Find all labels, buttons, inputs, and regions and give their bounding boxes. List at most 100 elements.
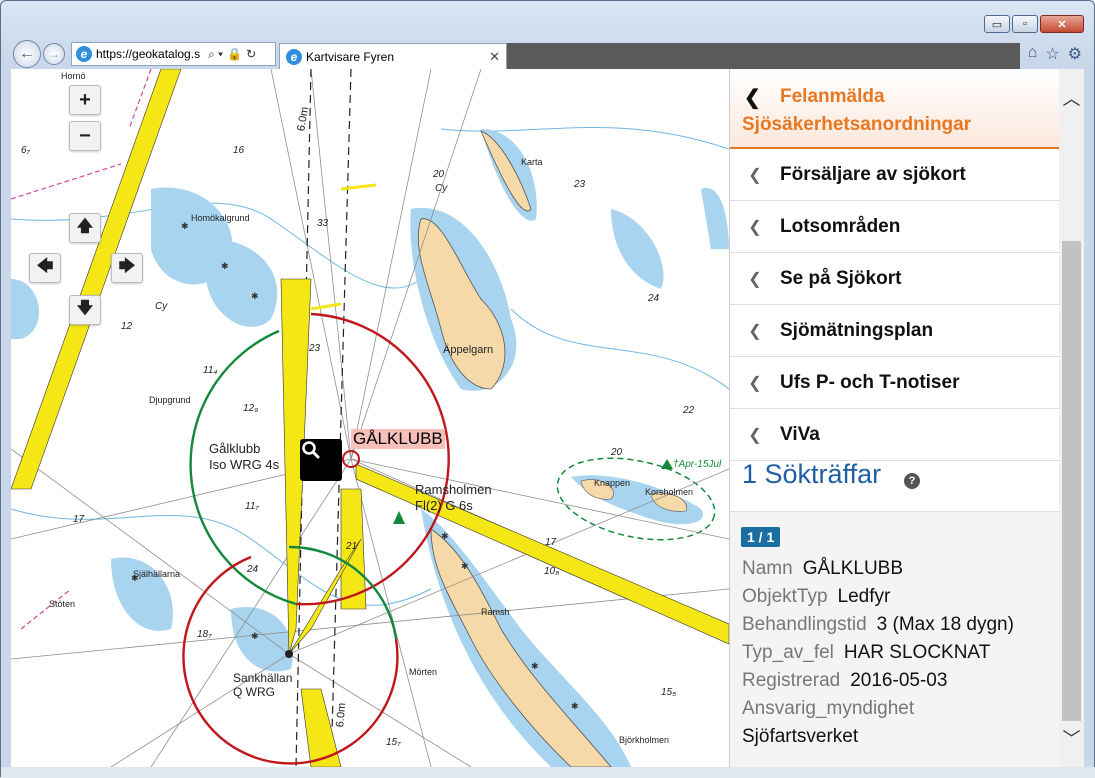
settings-gear-icon[interactable]: ⚙ — [1068, 44, 1082, 64]
map-label-homokalgrund: Homökalgrund — [191, 213, 250, 223]
nautical-chart-map[interactable]: ✱ ✱ ✱ ✱ ✱ ✱ ✱ ✱ ✱ + − 🡅 🡄 🡆 🡇 GÅLKLUBB Gålklub… — [11, 69, 729, 767]
address-bar[interactable]: e https://geokatalog.s ⌕ ▾ 🔒 ↻ — [71, 42, 276, 66]
depth-sounding: 10₈ — [544, 566, 560, 577]
depth-sounding: 17 — [545, 537, 557, 548]
svg-text:✱: ✱ — [441, 532, 449, 542]
depth-sounding: 22 — [683, 405, 695, 416]
depth-sounding: 23 — [574, 179, 586, 190]
help-icon[interactable]: ? — [904, 473, 920, 489]
menu-item-label: Lotsområden — [780, 215, 901, 237]
chevron-left-icon: ❮ — [748, 270, 762, 288]
attribute-value: GÅLKLUBB — [802, 558, 904, 579]
map-label-ramsholmen-light: Fl(2) G 6s — [415, 498, 473, 513]
menu-item[interactable]: ❮ Försäljare av sjökort — [730, 149, 1060, 201]
scroll-thumb[interactable] — [1062, 241, 1081, 721]
depth-sounding: Cy — [435, 183, 448, 194]
depth-sounding: 16 — [233, 145, 245, 156]
chevron-left-icon: ❮ — [748, 218, 762, 236]
map-label-morten: Mörten — [409, 667, 438, 677]
window-bottom-edge — [1, 767, 1095, 778]
zoom-out-button[interactable]: − — [69, 121, 101, 151]
attribute-row: Ansvarig_myndighet — [742, 698, 924, 720]
svg-text:✱: ✱ — [461, 562, 469, 572]
minimize-button[interactable]: ▭ — [984, 15, 1010, 33]
map-label-sankhallan-light: Q WRG — [233, 685, 275, 699]
svg-text:✱: ✱ — [531, 662, 539, 672]
map-label-karta: Karta — [521, 157, 543, 167]
depth-sounding: 33 — [317, 218, 329, 229]
map-label-horno: Hornö — [61, 71, 86, 81]
result-count-badge: 1 / 1 — [741, 527, 781, 547]
scroll-down-arrow-icon[interactable]: ﹀ — [1059, 723, 1084, 753]
attribute-value: HAR SLOCKNAT — [843, 642, 991, 663]
tab-close-icon[interactable]: ✕ — [489, 49, 500, 65]
depth-sounding: 20 — [611, 447, 623, 458]
menu-item[interactable]: ❮ Ufs P- och T-notiser — [730, 357, 1060, 409]
depth-sounding: 12₉ — [243, 403, 259, 414]
panel-header[interactable]: ❮ Felanmälda Sjösäkerhetsanordningar — [730, 69, 1060, 149]
menu-item-label: Sjömätningsplan — [780, 319, 934, 341]
search-dropdown-icon[interactable]: ⌕ ▾ — [208, 47, 223, 62]
pan-up-button[interactable]: 🡅 — [69, 213, 101, 243]
attribute-value: 2016-05-03 — [850, 670, 948, 691]
attribute-key: Behandlingstid — [742, 614, 867, 635]
map-label-course-bottom: 6.0m — [334, 702, 349, 728]
menu-item-label: Ufs P- och T-notiser — [780, 371, 960, 393]
menu-item[interactable]: ❮ Se på Sjökort — [730, 253, 1060, 305]
depth-sounding: 24 — [648, 293, 660, 304]
menu-item-label: ViVa — [780, 423, 820, 445]
refresh-icon[interactable]: ↻ — [246, 47, 256, 61]
lock-icon[interactable]: 🔒 — [227, 47, 242, 61]
map-label-sankhallan: Sankhällan — [233, 671, 293, 685]
maximize-button[interactable]: ▫ — [1012, 15, 1038, 33]
chevron-left-icon: ❮ — [748, 166, 762, 184]
close-window-button[interactable]: ✕ — [1040, 15, 1084, 33]
window-caption-buttons: ▭ ▫ ✕ — [984, 15, 1084, 33]
svg-text:✱: ✱ — [221, 262, 229, 272]
svg-text:✱: ✱ — [181, 222, 189, 232]
forward-button[interactable]: → — [43, 43, 65, 65]
tab-strip[interactable] — [507, 43, 1020, 69]
depth-sounding: 24 — [247, 564, 259, 575]
depth-sounding: 11₄ — [203, 365, 218, 376]
map-label-ramsh: Ramsh — [481, 607, 510, 617]
depth-sounding: 18₇ — [197, 629, 212, 640]
map-search-button[interactable] — [300, 439, 342, 481]
url-text[interactable]: https://geokatalog.s — [96, 47, 204, 61]
panel-header-title[interactable]: Felanmälda Sjösäkerhetsanordningar — [742, 83, 1042, 139]
tab-kartvisare[interactable]: e Kartvisare Fyren ✕ — [279, 43, 507, 69]
menu-item[interactable]: ❮ Sjömätningsplan — [730, 305, 1060, 357]
chevron-left-icon: ❮ — [748, 426, 762, 444]
pan-right-button[interactable]: 🡆 — [111, 253, 143, 283]
back-button[interactable]: ← — [13, 40, 41, 68]
tab-title: Kartvisare Fyren — [306, 49, 395, 64]
map-label-galklubb-light: Iso WRG 4s — [209, 457, 280, 472]
map-label-korsholmen: Korsholmen — [645, 487, 694, 497]
magnifier-icon — [302, 441, 320, 459]
attribute-key: Registrerad — [742, 670, 841, 691]
favorites-star-icon[interactable]: ☆ — [1045, 44, 1059, 64]
pan-left-button[interactable]: 🡄 — [29, 253, 61, 283]
attribute-key: Ansvarig_myndighet — [742, 698, 915, 719]
panel-scrollbar[interactable]: ︿ ﹀ — [1059, 69, 1084, 767]
map-label-djupgrund: Djupgrund — [149, 395, 191, 405]
menu-item[interactable]: ❮ ViVa — [730, 409, 1060, 461]
menu-item[interactable]: ❮ Lotsområden — [730, 201, 1060, 253]
browser-toolbar: ← → e https://geokatalog.s ⌕ ▾ 🔒 ↻ e Kar… — [13, 39, 1082, 69]
scroll-up-arrow-icon[interactable]: ︿ — [1059, 83, 1084, 113]
depth-sounding: 20 — [433, 169, 445, 180]
map-label-galklubb: Gålklubb — [209, 441, 261, 456]
page-content: ✱ ✱ ✱ ✱ ✱ ✱ ✱ ✱ ✱ + − 🡅 🡄 🡆 🡇 GÅLKLUBB Gålklub… — [11, 69, 1084, 767]
pan-down-button[interactable]: 🡇 — [69, 295, 101, 325]
svg-text:✱: ✱ — [571, 702, 579, 712]
attribute-row: Behandlingstid 3 (Max 18 dygn) — [742, 614, 1014, 636]
feature-label-galklubb: GÅLKLUBB — [351, 429, 445, 449]
map-label-bjorkholmen: Björkholmen — [619, 735, 670, 745]
home-icon[interactable]: ⌂ — [1028, 44, 1038, 64]
zoom-in-button[interactable]: + — [69, 85, 101, 115]
tab-favicon-icon: e — [286, 48, 302, 65]
attribute-key: ObjektTyp — [742, 586, 828, 607]
depth-sounding: 6₇ — [21, 145, 31, 156]
attribute-key: Typ_av_fel — [742, 642, 834, 663]
attribute-row: Typ_av_fel HAR SLOCKNAT — [742, 642, 990, 664]
